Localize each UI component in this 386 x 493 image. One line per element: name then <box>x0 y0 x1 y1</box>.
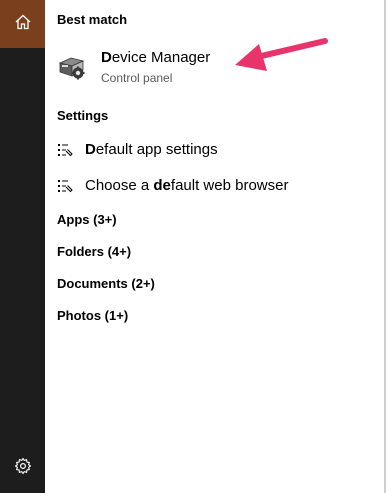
result-title: Device Manager <box>101 49 210 66</box>
settings-list-icon <box>57 178 73 194</box>
category-photos[interactable]: Photos (1+) <box>57 308 128 323</box>
result-device-manager[interactable]: Device Manager Control panel <box>45 38 384 94</box>
home-icon <box>14 13 32 36</box>
home-button[interactable] <box>0 0 45 48</box>
category-apps[interactable]: Apps (3+) <box>57 212 117 227</box>
section-title-settings: Settings <box>57 108 109 123</box>
result-default-app-settings[interactable]: Default app settings <box>45 135 384 165</box>
result-title-rest: evice Manager <box>111 49 211 66</box>
result-label: Default app settings <box>85 141 218 158</box>
gear-icon <box>14 457 32 480</box>
search-results-panel: Best match Device Manager Control panel … <box>0 0 386 493</box>
result-label-match: de <box>153 177 171 194</box>
settings-button[interactable] <box>0 446 45 490</box>
result-label-post: efault app settings <box>95 141 218 158</box>
category-folders[interactable]: Folders (4+) <box>57 244 131 259</box>
result-title-match: D <box>101 49 112 66</box>
result-label-pre: Choose a <box>85 177 154 194</box>
annotation-arrow-icon <box>233 38 328 76</box>
category-documents[interactable]: Documents (2+) <box>57 276 155 291</box>
result-label-match: D <box>85 141 96 158</box>
results-list: Best match Device Manager Control panel … <box>45 0 384 493</box>
result-label-post: fault web browser <box>170 177 289 194</box>
result-label: Choose a default web browser <box>85 177 288 194</box>
settings-list-icon <box>57 142 73 158</box>
result-subtitle: Control panel <box>101 71 173 85</box>
device-manager-icon <box>57 52 87 82</box>
left-rail <box>0 0 45 493</box>
section-title-best-match: Best match <box>57 12 128 27</box>
result-choose-default-web-browser[interactable]: Choose a default web browser <box>45 171 384 201</box>
